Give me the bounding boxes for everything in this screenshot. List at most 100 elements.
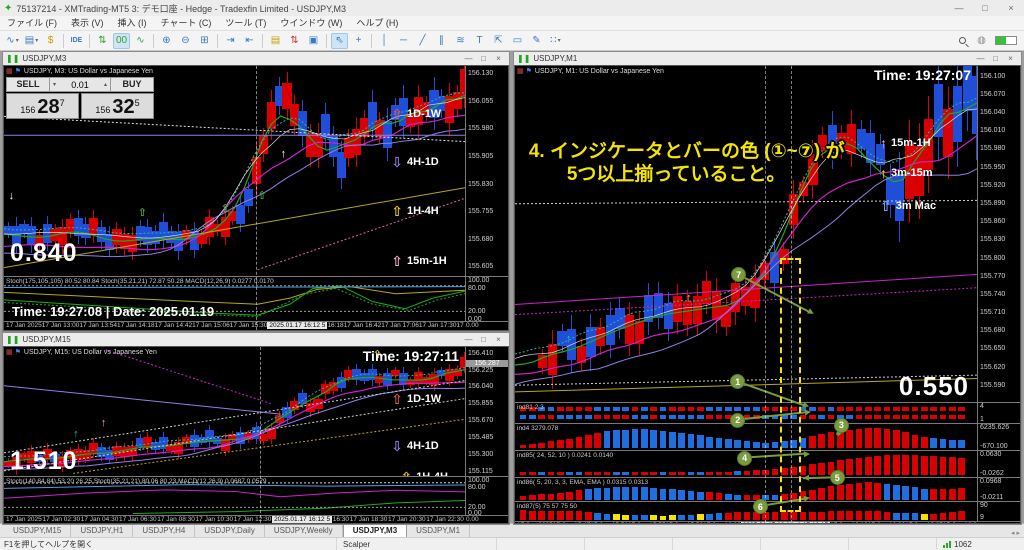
chart-tab-usdjpy-m3[interactable]: USDJPY,M3 bbox=[343, 523, 407, 537]
indicator-plot[interactable]: Stoch(175,105,105) 80.52 80.84 Stoch(35,… bbox=[4, 277, 466, 321]
screenshot-icon[interactable]: ▣ bbox=[305, 33, 322, 49]
volume-up-icon[interactable]: ▴ bbox=[101, 81, 110, 88]
objects-icon[interactable]: ✎ bbox=[528, 33, 545, 49]
indicator-scale-top: 4 bbox=[980, 403, 984, 410]
indicator-scale[interactable]: 6235.626-670.100 bbox=[978, 424, 1020, 450]
new-order-icon[interactable]: ⇅ bbox=[286, 33, 303, 49]
auto-scroll-icon[interactable]: ⇤ bbox=[241, 33, 258, 49]
horizontal-line-icon[interactable]: ─ bbox=[395, 33, 412, 49]
volume-stepper[interactable]: ▾0.01▴ bbox=[50, 77, 110, 92]
buy-price[interactable]: 156325 bbox=[81, 93, 154, 119]
maximize-button[interactable]: □ bbox=[988, 53, 1003, 65]
minimize-button[interactable]: — bbox=[461, 53, 476, 65]
tab-scroll-arrows[interactable]: ◂ ▸ bbox=[1011, 529, 1024, 537]
profiles-icon[interactable]: ▤▾ bbox=[23, 33, 40, 49]
maximize-button[interactable]: □ bbox=[476, 53, 491, 65]
window-titlebar[interactable]: ✦ 75137214 - XMTrading-MT5 3: デモ口座 - Hed… bbox=[0, 0, 1024, 16]
chart-tab-usdjpy-daily[interactable]: USDJPY,Daily bbox=[195, 524, 265, 537]
minimize-button[interactable]: — bbox=[461, 334, 476, 346]
indicator-plot[interactable]: ind85( 24, 52, 10 ) 0.0241 0.0140 bbox=[515, 451, 978, 477]
chart-window-titlebar[interactable]: ❚❚USDJPY,M15—□× bbox=[3, 333, 509, 346]
indicator-scale[interactable]: 100.0080.0020.000.00 bbox=[466, 477, 508, 515]
price-plot[interactable]: ▦⚑USDJPY, M15: US Dollar vs Japanese Yen… bbox=[4, 347, 466, 476]
arrows-gallery-icon[interactable]: ⇱ bbox=[490, 33, 507, 49]
indicator-plot[interactable]: Stoch(140,84,84) 53.20 26.25 Stoch(35,21… bbox=[4, 477, 466, 515]
vertical-line-icon[interactable]: │ bbox=[376, 33, 393, 49]
indicator-scale[interactable]: 41 bbox=[978, 403, 1020, 423]
time-axis[interactable]: 17 Jan 202517 Jan 13:0017 Jan 13:5417 Ja… bbox=[4, 322, 466, 329]
bar-chart-icon[interactable]: ⇅ bbox=[94, 33, 111, 49]
close-button[interactable]: × bbox=[491, 53, 506, 65]
indicator-plot[interactable]: ind87(5) 75 57 75 50 bbox=[515, 502, 978, 521]
candle-body bbox=[866, 133, 875, 162]
price-scale[interactable]: 156.130156.055155.980155.905155.830155.7… bbox=[466, 66, 508, 276]
chart-shift-icon[interactable]: ⇥ bbox=[222, 33, 239, 49]
time-axis[interactable]: 17 Jan 202517 Jan 02:3017 Jan 04:3017 Ja… bbox=[4, 516, 466, 523]
indicator-scale[interactable]: 0.0630-0.0262 bbox=[978, 451, 1020, 477]
price-scale[interactable]: 156.410156.225156.040155.855155.670155.4… bbox=[466, 347, 508, 476]
menu-item[interactable]: 表示 (V) bbox=[64, 16, 111, 31]
price-plot[interactable]: ▦⚑USDJPY, M3: US Dollar vs Japanese Yen⇧… bbox=[4, 66, 466, 276]
grid-icon[interactable]: ⊞ bbox=[196, 33, 213, 49]
indicator-scale[interactable]: 0.0968-0.0211 bbox=[978, 478, 1020, 501]
search-icon[interactable] bbox=[954, 33, 971, 49]
time-axis-label: 17 Jan 17:54 bbox=[456, 322, 466, 329]
chart-tab-usdjpy-h1[interactable]: USDJPY,H1 bbox=[71, 524, 133, 537]
time-axis-label: 17 Jan 16:27 bbox=[905, 522, 943, 524]
zoom-in-icon[interactable]: ⊕ bbox=[158, 33, 175, 49]
metaeditor-icon[interactable]: IDE bbox=[68, 33, 85, 49]
line-chart-icon[interactable]: ∿ bbox=[132, 33, 149, 49]
time-axis[interactable]: 17 Jan 202517 Jan 15:4717 Jan 15:5117 Ja… bbox=[515, 522, 978, 524]
depth-of-market-icon[interactable]: ▤ bbox=[267, 33, 284, 49]
new-chart-icon[interactable]: ∿▾ bbox=[4, 33, 21, 49]
rectangle-icon[interactable]: ▭ bbox=[509, 33, 526, 49]
candlestick-chart-icon[interactable]: 00 bbox=[113, 33, 130, 49]
buy-button[interactable]: BUY bbox=[110, 77, 154, 92]
time-axis-label: 17 Jan 20:30 bbox=[388, 516, 426, 523]
chart-tab-usdjpy-m15[interactable]: USDJPY,M15 bbox=[4, 524, 71, 537]
chart-window-titlebar[interactable]: ❚❚USDJPY,M1—□× bbox=[514, 52, 1021, 65]
volume-down-icon[interactable]: ▾ bbox=[50, 81, 59, 88]
chart-window-titlebar[interactable]: ❚❚USDJPY,M3—□× bbox=[3, 52, 509, 65]
indicator-plot[interactable]: ind86( 5, 20, 3, 3, EMA, EMA ) 0.0315 0.… bbox=[515, 478, 978, 501]
minimize-button[interactable]: — bbox=[946, 0, 972, 16]
menu-item[interactable]: ツール (T) bbox=[218, 16, 273, 31]
close-button[interactable]: × bbox=[998, 0, 1024, 16]
close-button[interactable]: × bbox=[491, 334, 506, 346]
channel-icon[interactable]: ∥ bbox=[433, 33, 450, 49]
more-tools-icon[interactable]: ∷▾ bbox=[547, 33, 564, 49]
menu-item[interactable]: ファイル (F) bbox=[0, 16, 64, 31]
indicator-scale[interactable]: 100.0080.0020.000.00 bbox=[466, 277, 508, 321]
zoom-out-icon[interactable]: ⊖ bbox=[177, 33, 194, 49]
indicator-scale[interactable]: 909 bbox=[978, 502, 1020, 521]
price-plot[interactable]: ▦⚑USDJPY, M1: US Dollar vs Japanese Yen↑… bbox=[515, 66, 978, 402]
chart-window-m3[interactable]: ❚❚USDJPY,M3—□×▦⚑USDJPY, M3: US Dollar vs… bbox=[2, 51, 510, 332]
indicator-plot[interactable]: ind4 3279.078 bbox=[515, 424, 978, 450]
crosshair-icon[interactable]: + bbox=[350, 33, 367, 49]
fibonacci-icon[interactable]: ≋ bbox=[452, 33, 469, 49]
sell-price[interactable]: 156287 bbox=[6, 93, 79, 119]
cursor-icon[interactable]: ⇖ bbox=[331, 33, 348, 49]
menu-item[interactable]: チャート (C) bbox=[154, 16, 219, 31]
indicator-bar bbox=[734, 512, 741, 520]
minimize-button[interactable]: — bbox=[973, 53, 988, 65]
chart-tab-usdjpy-weekly[interactable]: USDJPY,Weekly bbox=[265, 524, 343, 537]
close-button[interactable]: × bbox=[1003, 53, 1018, 65]
trendline-icon[interactable]: ╱ bbox=[414, 33, 431, 49]
chart-tab-usdjpy-m1[interactable]: USDJPY,M1 bbox=[407, 524, 470, 537]
indicator-plot[interactable]: ind81 2 3 bbox=[515, 403, 978, 423]
chart-tab-usdjpy-h4[interactable]: USDJPY,H4 bbox=[133, 524, 195, 537]
maximize-button[interactable]: □ bbox=[972, 0, 998, 16]
menu-item[interactable]: 挿入 (I) bbox=[111, 16, 154, 31]
chart-window-m1[interactable]: ❚❚USDJPY,M1—□×▦⚑USDJPY, M1: US Dollar vs… bbox=[513, 51, 1022, 525]
price-scale[interactable]: 156.100156.070156.040156.010155.980155.9… bbox=[978, 66, 1020, 402]
indicator-bar bbox=[912, 487, 919, 499]
text-icon[interactable]: T bbox=[471, 33, 488, 49]
maximize-button[interactable]: □ bbox=[476, 334, 491, 346]
community-icon[interactable]: ◍ bbox=[973, 33, 990, 49]
sell-button[interactable]: SELL bbox=[6, 77, 50, 92]
menu-item[interactable]: ヘルプ (H) bbox=[349, 16, 405, 31]
algo-trading-icon[interactable]: $ bbox=[42, 33, 59, 49]
menu-item[interactable]: ウインドウ (W) bbox=[273, 16, 349, 31]
chart-window-m15[interactable]: ❚❚USDJPY,M15—□×▦⚑USDJPY, M15: US Dollar … bbox=[2, 332, 510, 525]
